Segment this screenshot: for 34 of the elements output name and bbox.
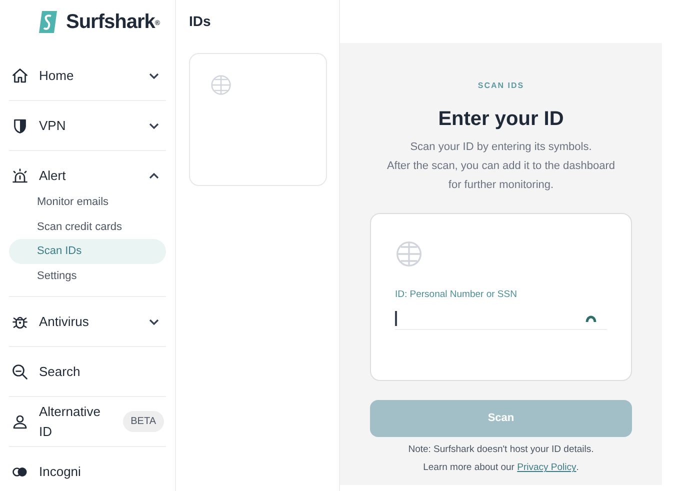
nav-item[interactable]: Incogni [9,447,166,491]
description-line: Scan your ID by entering its symbols. [410,140,592,155]
id-input-field[interactable] [395,308,607,330]
section-label: SCAN IDS [478,80,524,92]
globe-icon [395,240,423,268]
id-card[interactable] [189,53,327,186]
brand-name: Surfshark$^{®}$ [66,10,160,35]
note-text: Learn more about our [423,461,516,476]
nav-item[interactable]: Alternative ID BETA [9,397,166,446]
logo-icon [36,10,60,34]
alarm-icon [11,166,29,184]
nav-item[interactable]: Antivirus [9,297,166,346]
home-icon [11,66,29,84]
description-line: for further monitoring. [448,178,554,193]
page-title: Enter your ID [438,107,564,132]
note-text: Note: Surfshark doesn't host your ID details. [408,443,594,457]
nav-item[interactable]: Search [9,347,166,396]
beta-badge: BETA [122,411,164,432]
person-icon [11,412,29,430]
submenu-item[interactable]: Scan IDs [9,239,166,264]
submenu-item[interactable]: Monitor emails [9,190,166,214]
note-period: . [576,461,579,476]
description-line: After the scan, you can add it to the dashboard [386,159,616,174]
shield-icon [11,116,29,134]
arc-icon [585,314,597,324]
search-icon [11,362,29,380]
panel-title: IDs [189,12,212,31]
submenu-item[interactable]: Scan credit cards [9,214,166,239]
globe-icon [210,74,232,96]
submenu-item[interactable]: Settings [9,264,166,288]
field-label: ID: Personal Number or SSN [395,288,518,302]
nav-item[interactable]: VPN [9,101,166,150]
privacy-policy-link[interactable]: Privacy Policy [517,461,576,476]
nav-item[interactable]: Home [9,51,166,100]
